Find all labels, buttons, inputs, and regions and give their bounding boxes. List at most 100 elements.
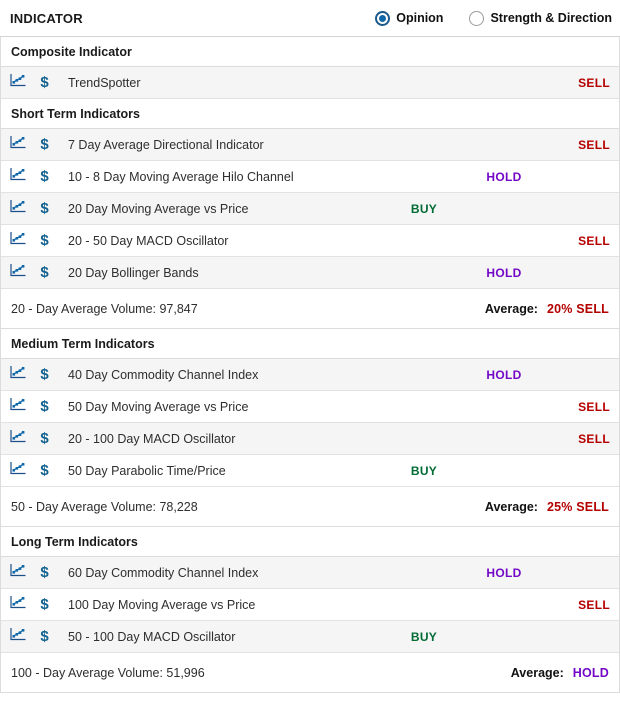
verdict-columns: SELL: [384, 598, 619, 612]
indicator-name: 60 Day Commodity Channel Index: [68, 565, 259, 580]
line-chart-icon[interactable]: [10, 563, 26, 582]
radio-option-strength-direction-label: Strength & Direction: [490, 11, 612, 25]
radio-unselected-icon[interactable]: [469, 10, 485, 26]
section-header: Medium Term Indicators: [1, 329, 619, 359]
dollar-icon[interactable]: $: [39, 75, 50, 90]
table-row[interactable]: $20 Day Moving Average vs Price BUY: [1, 193, 619, 225]
line-chart-icon-svg: [10, 398, 26, 411]
radio-option-opinion-label: Opinion: [396, 11, 444, 25]
verdict-columns: SELL: [384, 432, 619, 446]
indicator-name: 50 - 100 Day MACD Oscillator: [68, 629, 236, 644]
line-chart-icon[interactable]: [10, 73, 26, 92]
radio-selected-icon[interactable]: [375, 10, 391, 26]
verdict-sell: SELL: [578, 431, 610, 446]
table-row[interactable]: $20 - 50 Day MACD Oscillator SELL: [1, 225, 619, 257]
line-chart-icon[interactable]: [10, 263, 26, 282]
line-chart-icon[interactable]: [10, 365, 26, 384]
row-icons: $: [1, 563, 50, 582]
dollar-icon[interactable]: $: [39, 233, 50, 248]
verdict-hold: HOLD: [486, 565, 522, 580]
verdict-columns: SELL: [384, 138, 619, 152]
row-icons: $: [1, 595, 50, 614]
row-icons: $: [1, 167, 50, 186]
table-row[interactable]: $ TrendSpotter SELL: [1, 67, 619, 99]
verdict-columns: SELL: [384, 76, 619, 90]
indicator-name: 7 Day Average Directional Indicator: [68, 137, 264, 152]
line-chart-icon-svg: [10, 430, 26, 443]
average-value: 25% SELL: [546, 499, 609, 514]
dollar-icon[interactable]: $: [39, 137, 50, 152]
section-average: Average: HOLD: [511, 666, 609, 680]
row-icons: $: [1, 73, 50, 92]
line-chart-icon[interactable]: [10, 429, 26, 448]
radio-option-strength-direction[interactable]: Strength & Direction: [469, 10, 612, 26]
table-row[interactable]: $40 Day Commodity Channel Index HOLD: [1, 359, 619, 391]
dollar-icon[interactable]: $: [39, 565, 50, 580]
verdict-buy: BUY: [410, 629, 438, 644]
table-row[interactable]: $20 Day Bollinger Bands HOLD: [1, 257, 619, 289]
table-row[interactable]: $20 - 100 Day MACD Oscillator SELL: [1, 423, 619, 455]
line-chart-icon-svg: [10, 462, 26, 475]
line-chart-icon[interactable]: [10, 627, 26, 646]
verdict-columns: BUY: [384, 464, 619, 478]
dollar-icon[interactable]: $: [39, 265, 50, 280]
verdict-columns: BUY: [384, 202, 619, 216]
table-row[interactable]: $50 - 100 Day MACD Oscillator BUY: [1, 621, 619, 653]
line-chart-icon-svg: [10, 136, 26, 149]
line-chart-icon[interactable]: [10, 231, 26, 250]
line-chart-icon[interactable]: [10, 397, 26, 416]
average-volume-label: 50 - Day Average Volume: 78,228: [11, 499, 198, 514]
verdict-buy: BUY: [410, 201, 438, 216]
verdict-columns: HOLD: [384, 170, 619, 184]
page-title: INDICATOR: [10, 10, 83, 26]
indicator-name: 20 - 50 Day MACD Oscillator: [68, 233, 229, 248]
table-row[interactable]: $10 - 8 Day Moving Average Hilo Channel H…: [1, 161, 619, 193]
verdict-columns: HOLD: [384, 266, 619, 280]
table-row[interactable]: $7 Day Average Directional Indicator SELL: [1, 129, 619, 161]
verdict-columns: SELL: [384, 400, 619, 414]
line-chart-icon[interactable]: [10, 461, 26, 480]
verdict-sell: SELL: [578, 597, 610, 612]
dollar-icon[interactable]: $: [39, 399, 50, 414]
indicator-widget: INDICATOR Opinion Strength & Direction C…: [0, 0, 620, 693]
row-icons: $: [1, 429, 50, 448]
indicator-name: 10 - 8 Day Moving Average Hilo Channel: [68, 169, 294, 184]
dollar-icon[interactable]: $: [39, 629, 50, 644]
table-row[interactable]: $50 Day Parabolic Time/Price BUY: [1, 455, 619, 487]
indicator-table: Composite Indicator $ TrendSpotter SELL Shor…: [0, 37, 620, 693]
row-icons: $: [1, 627, 50, 646]
dollar-icon[interactable]: $: [39, 169, 50, 184]
average-label: Average:: [484, 499, 538, 514]
indicator-name: 50 Day Parabolic Time/Price: [68, 463, 226, 478]
line-chart-icon[interactable]: [10, 199, 26, 218]
dollar-icon[interactable]: $: [39, 597, 50, 612]
dollar-icon[interactable]: $: [39, 367, 50, 382]
table-row[interactable]: $100 Day Moving Average vs Price SELL: [1, 589, 619, 621]
verdict-sell: SELL: [578, 399, 610, 414]
indicator-name: 100 Day Moving Average vs Price: [68, 597, 256, 612]
verdict-hold: HOLD: [486, 265, 522, 280]
radio-option-opinion[interactable]: Opinion: [375, 10, 444, 26]
indicator-name: 20 Day Bollinger Bands: [68, 265, 199, 280]
dollar-icon[interactable]: $: [39, 431, 50, 446]
line-chart-icon[interactable]: [10, 135, 26, 154]
indicator-name: TrendSpotter: [68, 75, 141, 90]
dollar-icon[interactable]: $: [39, 201, 50, 216]
verdict-columns: HOLD: [384, 566, 619, 580]
row-icons: $: [1, 365, 50, 384]
line-chart-icon[interactable]: [10, 595, 26, 614]
verdict-sell: SELL: [578, 137, 610, 152]
table-row[interactable]: $50 Day Moving Average vs Price SELL: [1, 391, 619, 423]
line-chart-icon-svg: [10, 564, 26, 577]
verdict-sell: SELL: [578, 75, 610, 90]
line-chart-icon[interactable]: [10, 167, 26, 186]
average-volume-label: 20 - Day Average Volume: 97,847: [11, 301, 198, 316]
dollar-icon[interactable]: $: [39, 463, 50, 478]
row-icons: $: [1, 135, 50, 154]
section-header: Short Term Indicators: [1, 99, 619, 129]
table-row[interactable]: $60 Day Commodity Channel Index HOLD: [1, 557, 619, 589]
average-value: 20% SELL: [546, 301, 609, 316]
row-icons: $: [1, 461, 50, 480]
row-icons: $: [1, 231, 50, 250]
line-chart-icon-svg: [10, 74, 26, 87]
